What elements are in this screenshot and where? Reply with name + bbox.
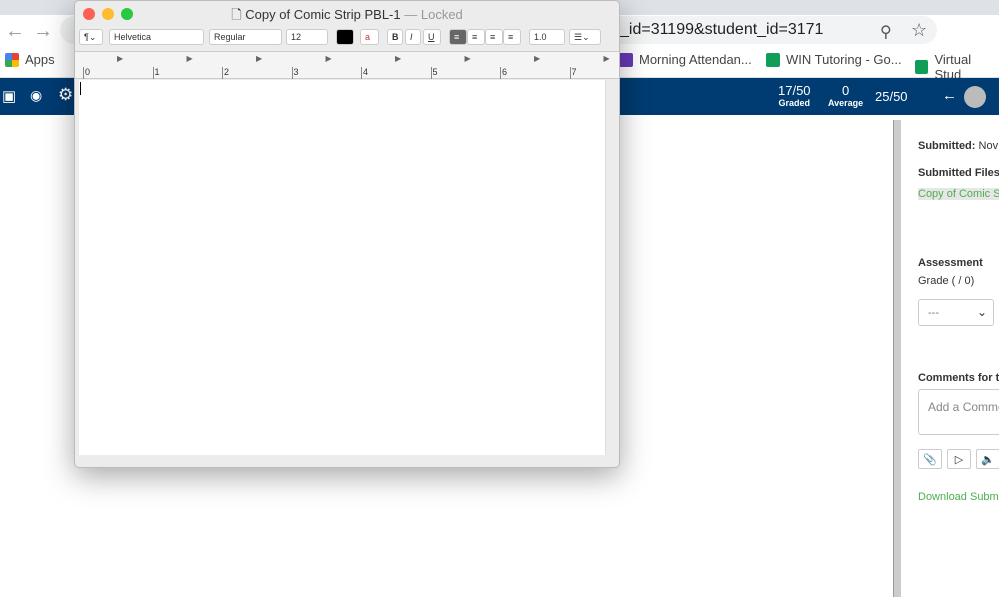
line-spacing-select[interactable]: 1.0	[529, 29, 565, 45]
graded-stat: 17/50 Graded	[778, 83, 811, 108]
tab-stop-marker[interactable]: ▶	[326, 54, 332, 63]
chevron-down-icon: ⌄	[976, 305, 987, 319]
file-link[interactable]: Copy of Comic Stri	[918, 188, 999, 200]
underline-button[interactable]: U	[423, 29, 441, 45]
ruler-label: 2	[222, 67, 230, 79]
comments-label: Comments for this	[918, 372, 999, 384]
grade-select[interactable]: --- ⌄	[918, 299, 994, 326]
tab-stop-marker[interactable]: ▶	[395, 54, 401, 63]
average-stat: 0 Average	[828, 83, 864, 108]
bookmark-apps[interactable]: Apps	[5, 52, 55, 67]
tab-stop-marker[interactable]: ▶	[117, 54, 123, 63]
download-submission-link[interactable]: Download Submis	[918, 491, 999, 503]
zoom-icon[interactable]: ⚲	[880, 22, 892, 42]
tab-stop-marker[interactable]: ▶	[465, 54, 471, 63]
gear-icon[interactable]: ⚙	[58, 85, 73, 105]
star-icon[interactable]: ☆	[911, 20, 927, 41]
previous-student-icon[interactable]: ←	[942, 87, 957, 104]
document-icon: 🗋	[231, 7, 242, 22]
tab-stop-marker[interactable]: ▶	[256, 54, 262, 63]
ruler[interactable]: 0 ▶ 1 ▶ 2 ▶ 3 ▶ 4 ▶ 5 ▶ 6 ▶ 7 ▶	[75, 51, 619, 79]
bookmark-win-tutoring[interactable]: WIN Tutoring - Go...	[766, 52, 902, 67]
tab-stop-marker[interactable]: ▶	[187, 54, 193, 63]
font-style-select[interactable]: Regular	[209, 29, 282, 45]
attach-icon[interactable]: 📎	[918, 449, 942, 469]
align-right-button[interactable]: ≡	[485, 29, 503, 45]
avatar[interactable]	[964, 86, 986, 108]
ruler-label: 6	[500, 67, 508, 79]
ruler-label: 5	[430, 67, 438, 79]
tab-stop-marker[interactable]: ▶	[604, 54, 610, 63]
eye-icon[interactable]: ◉	[30, 87, 42, 104]
textedit-window: 🗋 Copy of Comic Strip PBL-1 — Locked ¶⌄ …	[74, 0, 620, 468]
student-position: 25/50	[875, 89, 908, 104]
text-color-button[interactable]	[336, 29, 354, 45]
align-center-button[interactable]: ≡	[467, 29, 485, 45]
grade-label: Grade ( / 0)	[918, 275, 975, 287]
tab-stop-marker[interactable]: ▶	[534, 54, 540, 63]
apps-icon	[5, 52, 19, 67]
paragraph-styles-button[interactable]: ¶⌄	[79, 29, 103, 45]
sheets-icon	[915, 60, 929, 74]
bookmark-morning-attendance[interactable]: Morning Attendan...	[619, 52, 752, 67]
comment-input[interactable]: Add a Comme	[918, 389, 999, 435]
submitted-info: Submitted: Nov 20	[918, 140, 999, 152]
text-cursor	[80, 82, 81, 95]
document-body[interactable]	[79, 80, 606, 455]
window-title: 🗋 Copy of Comic Strip PBL-1 — Locked	[231, 7, 463, 22]
assessment-heading: Assessment	[918, 257, 983, 269]
align-left-button[interactable]: ≡	[449, 29, 467, 45]
ruler-label: 4	[361, 67, 369, 79]
panel-resizer[interactable]	[893, 120, 901, 597]
ruler-label: 1	[152, 67, 160, 79]
forms-icon	[619, 52, 633, 67]
media-icon[interactable]: ▷	[947, 449, 971, 469]
grade-icon[interactable]: ▣	[2, 87, 16, 105]
ruler-label: 0	[83, 67, 91, 79]
ruler-label: 7	[569, 67, 577, 79]
submitted-files: Submitted Files: (c	[918, 167, 999, 179]
url-text[interactable]: _id=31199&student_id=3171	[620, 21, 823, 39]
list-style-button[interactable]: ☰⌄	[569, 29, 601, 45]
ruler-label: 3	[291, 67, 299, 79]
back-icon[interactable]: ←	[5, 20, 25, 43]
justify-button[interactable]: ≡	[503, 29, 521, 45]
forward-icon[interactable]: →	[33, 20, 53, 43]
highlight-color-button[interactable]: a	[360, 29, 379, 45]
font-family-select[interactable]: Helvetica	[109, 29, 204, 45]
bold-button[interactable]: B	[387, 29, 403, 45]
italic-button[interactable]: I	[405, 29, 421, 45]
font-size-select[interactable]: 12	[286, 29, 328, 45]
audio-icon[interactable]: 🔈	[976, 449, 999, 469]
sheets-icon	[766, 52, 780, 67]
